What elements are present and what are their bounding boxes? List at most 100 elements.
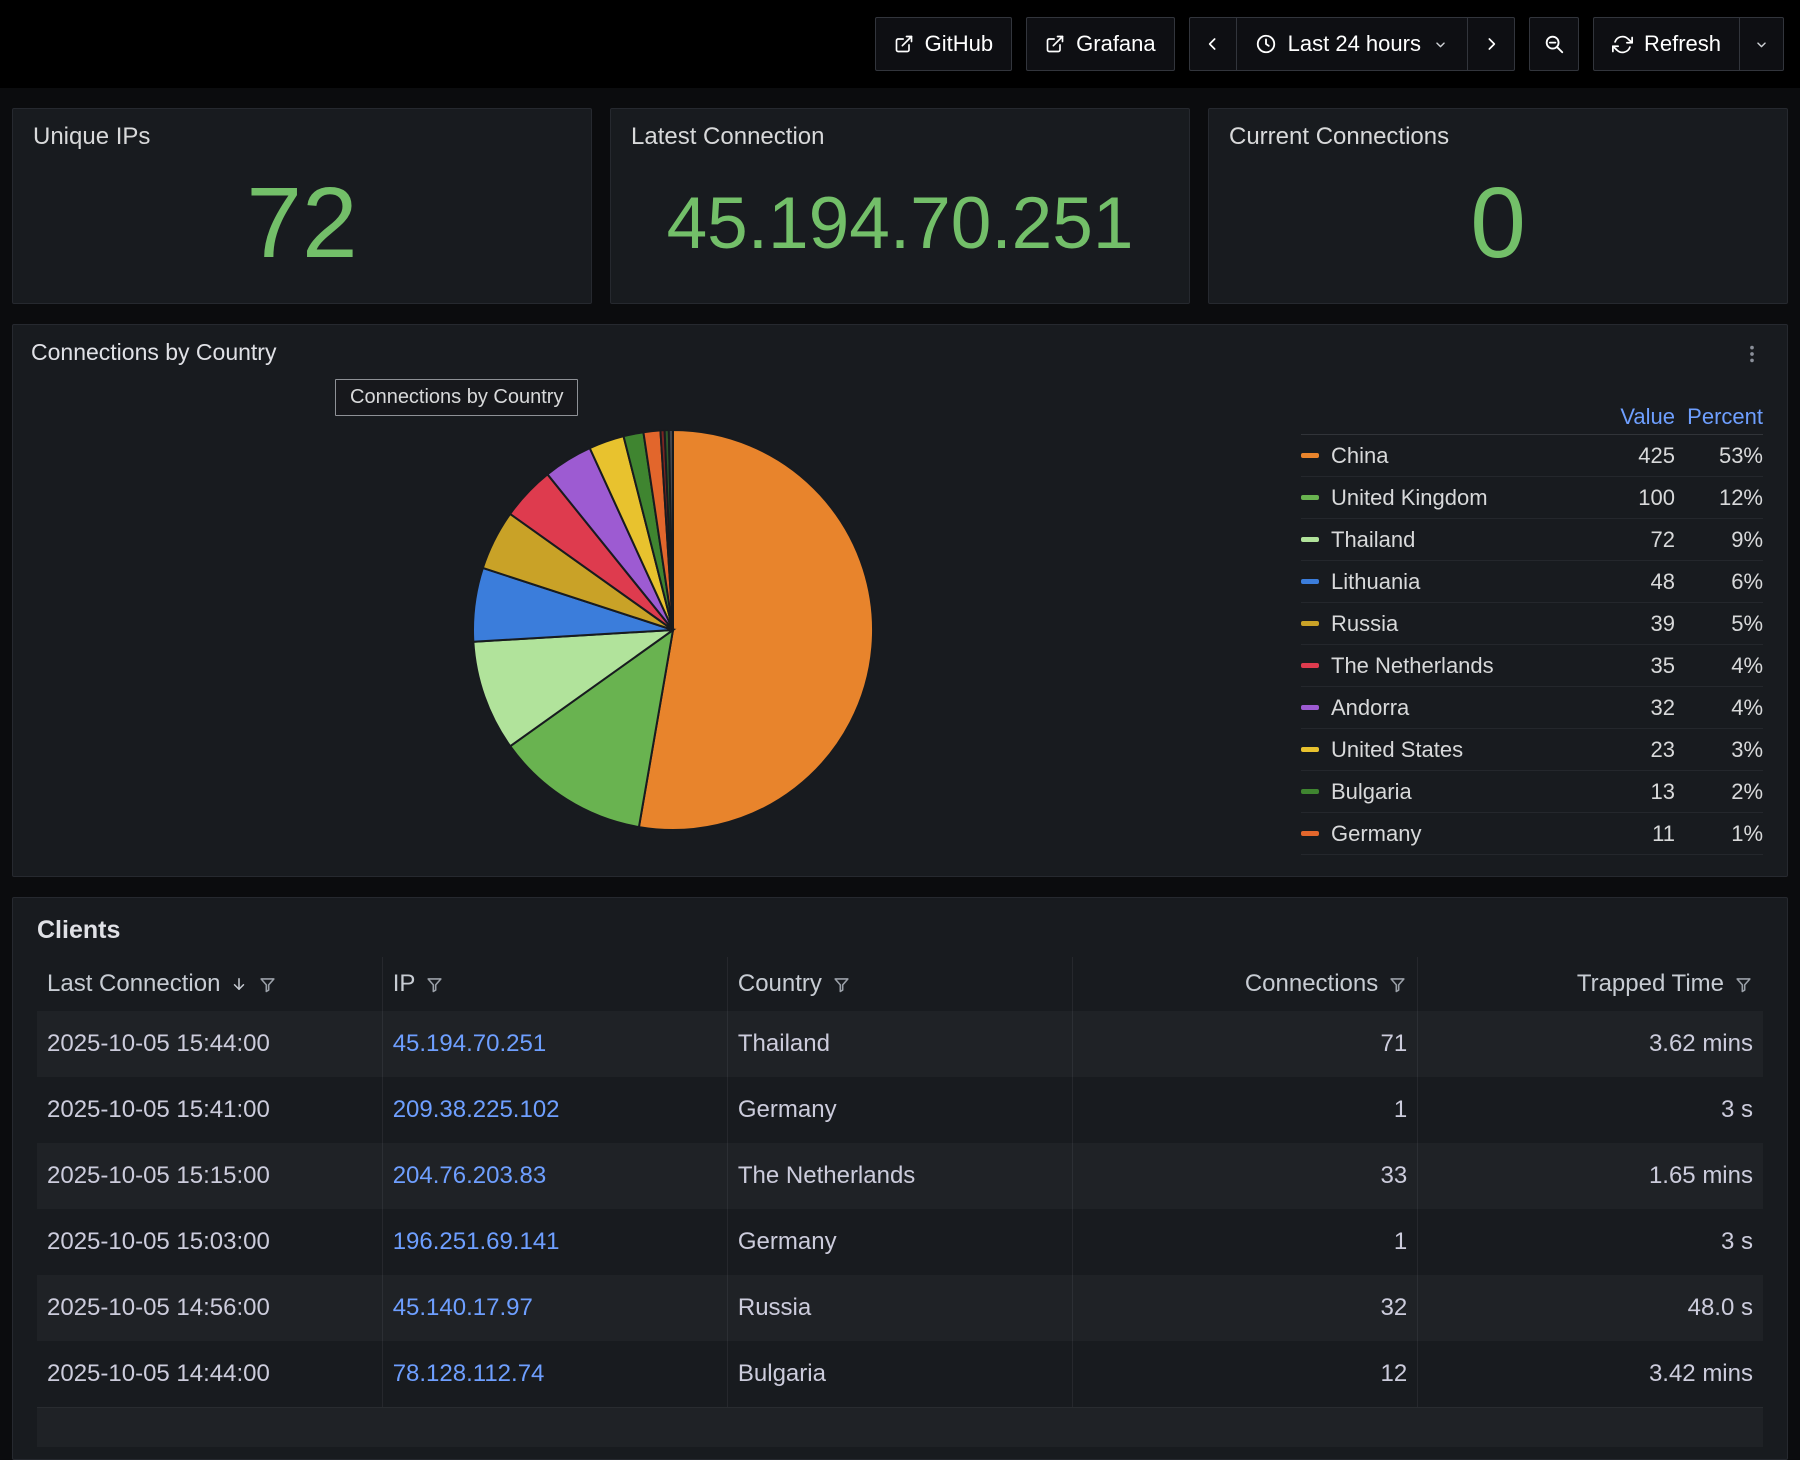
pie-chart[interactable] [452,409,894,851]
legend-value-header[interactable]: Value [1605,404,1675,430]
cell-country: Russia [727,1275,1072,1341]
github-button[interactable]: GitHub [875,17,1012,71]
refresh-group: Refresh [1593,17,1784,71]
col-label: Country [738,970,822,998]
series-value: 48 [1605,569,1675,595]
ip-link[interactable]: 196.251.69.141 [393,1228,560,1255]
cell-connections: 71 [1073,1011,1418,1077]
series-percent: 2% [1675,779,1763,805]
series-label[interactable]: The Netherlands [1331,653,1605,679]
series-label[interactable]: Thailand [1331,527,1605,553]
series-color-dash [1301,537,1319,542]
col-label: IP [393,970,416,998]
ip-link[interactable]: 78.128.112.74 [393,1360,545,1387]
filter-icon[interactable] [1388,975,1407,994]
panel-menu-button[interactable] [1735,339,1769,372]
cell-trapped-time: 3.62 mins [1418,1011,1763,1077]
cell-trapped-time: 3 s [1418,1209,1763,1275]
panel-title: Latest Connection [631,123,1169,151]
col-label: Trapped Time [1577,970,1724,998]
col-country[interactable]: Country [727,957,1072,1011]
series-percent: 5% [1675,611,1763,637]
cell-connections: 32 [1073,1275,1418,1341]
chevron-left-icon [1203,34,1223,54]
table-row: 2025-10-05 15:41:00 209.38.225.102 Germa… [37,1077,1763,1143]
col-label: Connections [1245,970,1378,998]
legend-row[interactable]: Thailand 72 9% [1301,519,1763,561]
series-percent: 4% [1675,695,1763,721]
legend-row[interactable]: Germany 11 1% [1301,813,1763,855]
ip-link[interactable]: 209.38.225.102 [393,1096,560,1123]
clients-table: Last Connection IP Country [37,957,1763,1407]
filter-icon[interactable] [258,975,277,994]
refresh-interval-dropdown[interactable] [1740,17,1784,71]
series-label[interactable]: United States [1331,737,1605,763]
legend-row[interactable]: United States 23 3% [1301,729,1763,771]
legend-percent-header[interactable]: Percent [1675,404,1763,430]
series-label[interactable]: Lithuania [1331,569,1605,595]
series-value: 72 [1605,527,1675,553]
legend-header: Value Percent [1301,399,1763,435]
refresh-button[interactable]: Refresh [1593,17,1740,71]
filter-icon[interactable] [832,975,851,994]
series-color-dash [1301,621,1319,626]
cell-country: Bulgaria [727,1341,1072,1407]
zoom-out-time-button[interactable] [1529,17,1579,71]
grafana-button-label: Grafana [1076,31,1156,57]
col-last-connection[interactable]: Last Connection [37,957,382,1011]
series-label[interactable]: United Kingdom [1331,485,1605,511]
series-label[interactable]: Andorra [1331,695,1605,721]
latest-connection-panel: Latest Connection 45.194.70.251 [610,108,1190,304]
series-color-dash [1301,495,1319,500]
series-label[interactable]: China [1331,443,1605,469]
series-label[interactable]: Germany [1331,821,1605,847]
table-row: 2025-10-05 14:44:00 78.128.112.74 Bulgar… [37,1341,1763,1407]
time-shift-forward-button[interactable] [1468,17,1515,71]
table-row-partial [37,1407,1763,1447]
series-percent: 6% [1675,569,1763,595]
sort-desc-icon [230,975,248,993]
refresh-icon [1612,34,1633,55]
zoom-out-icon [1543,33,1565,55]
legend-row[interactable]: Andorra 32 4% [1301,687,1763,729]
top-toolbar: GitHub Grafana Last 24 hours Refresh [0,0,1800,88]
unique-ips-value: 72 [33,151,571,295]
series-percent: 12% [1675,485,1763,511]
col-ip[interactable]: IP [382,957,727,1011]
series-value: 39 [1605,611,1675,637]
panel-title: Connections by Country [31,339,276,366]
series-label[interactable]: Russia [1331,611,1605,637]
legend-row[interactable]: China 425 53% [1301,435,1763,477]
cell-country: Thailand [727,1011,1072,1077]
ip-link[interactable]: 45.194.70.251 [393,1030,546,1057]
col-connections[interactable]: Connections [1073,957,1418,1011]
legend-row[interactable]: Bulgaria 13 2% [1301,771,1763,813]
cell-country: Germany [727,1209,1072,1275]
series-percent: 53% [1675,443,1763,469]
pie-legend-rows: China 425 53% United Kingdom 100 12% Tha… [1301,435,1763,855]
series-label[interactable]: Bulgaria [1331,779,1605,805]
clock-icon [1255,33,1277,55]
time-shift-back-button[interactable] [1189,17,1237,71]
ip-link[interactable]: 45.140.17.97 [393,1294,533,1321]
cell-connections: 1 [1073,1209,1418,1275]
table-row: 2025-10-05 14:56:00 45.140.17.97 Russia … [37,1275,1763,1341]
chevron-right-icon [1481,34,1501,54]
cell-trapped-time: 1.65 mins [1418,1143,1763,1209]
cell-connections: 1 [1073,1077,1418,1143]
filter-icon[interactable] [425,975,444,994]
series-percent: 9% [1675,527,1763,553]
legend-row[interactable]: Russia 39 5% [1301,603,1763,645]
legend-row[interactable]: The Netherlands 35 4% [1301,645,1763,687]
table-row: 2025-10-05 15:03:00 196.251.69.141 Germa… [37,1209,1763,1275]
ip-link[interactable]: 204.76.203.83 [393,1162,546,1189]
connections-by-country-panel: Connections by Country Connections by Co… [12,324,1788,877]
panel-title: Current Connections [1229,123,1767,151]
col-trapped-time[interactable]: Trapped Time [1418,957,1763,1011]
time-range-picker[interactable]: Last 24 hours [1237,17,1468,71]
legend-row[interactable]: United Kingdom 100 12% [1301,477,1763,519]
legend-row[interactable]: Lithuania 48 6% [1301,561,1763,603]
grafana-button[interactable]: Grafana [1026,17,1175,71]
filter-icon[interactable] [1734,975,1753,994]
series-color-dash [1301,663,1319,668]
